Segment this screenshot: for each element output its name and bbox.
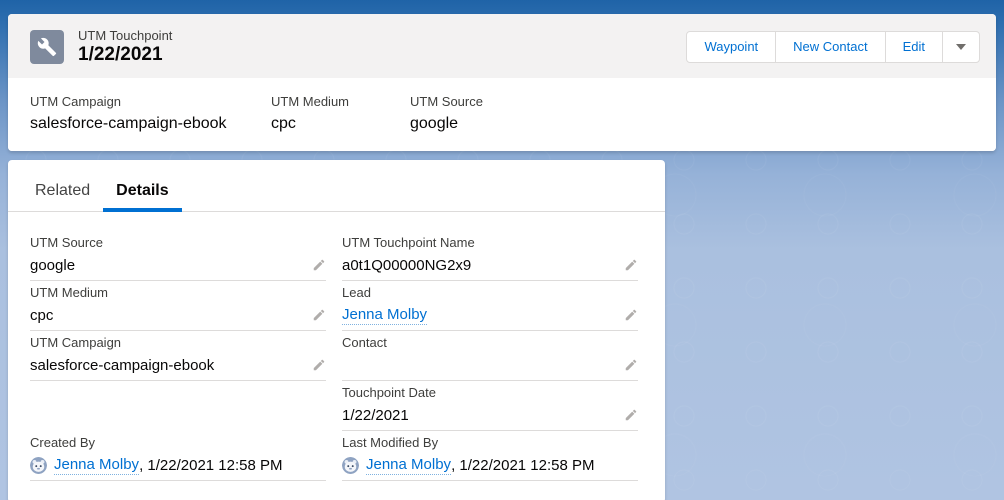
field-utm-touchpoint-name: UTM Touchpoint Name a0t1Q00000NG2x9 <box>342 234 638 281</box>
field-label: Touchpoint Date <box>342 385 436 400</box>
edit-button[interactable]: Edit <box>884 30 943 63</box>
chevron-down-icon <box>956 43 966 50</box>
pencil-icon[interactable] <box>312 308 326 322</box>
field-label: UTM Source <box>410 94 483 109</box>
field-utm-source: UTM Source google <box>30 234 326 281</box>
field-last-modified-by: Last Modified By Jenna Molby , 1/22/2021… <box>342 434 638 481</box>
field-label: Lead <box>342 285 371 300</box>
field-lead: Lead Jenna Molby <box>342 284 638 331</box>
more-actions-button[interactable] <box>942 30 980 63</box>
record-page: { "header": { "object_label": "UTM Touch… <box>0 0 1004 500</box>
waypoint-button[interactable]: Waypoint <box>686 30 777 63</box>
field-label: Contact <box>342 335 387 350</box>
field-touchpoint-date: Touchpoint Date 1/22/2021 <box>342 384 638 431</box>
field-value: google <box>30 256 76 274</box>
pencil-icon[interactable] <box>624 408 638 422</box>
field-value: salesforce-campaign-ebook <box>30 356 215 374</box>
pencil-icon[interactable] <box>624 258 638 272</box>
field-label: UTM Source <box>30 235 103 250</box>
record-tabs: Related Details <box>8 160 665 212</box>
field-label: Created By <box>30 435 96 450</box>
record-title: 1/22/2021 <box>78 44 163 65</box>
field-created-by: Created By Jenna Molby , 1/22/2021 12:58… <box>30 434 326 481</box>
field-label: UTM Medium <box>271 94 350 109</box>
field-label: UTM Medium <box>30 285 109 300</box>
tab-details[interactable]: Details <box>103 178 182 212</box>
field-label: UTM Campaign <box>30 335 122 350</box>
field-label: UTM Touchpoint Name <box>342 235 475 250</box>
created-by-link[interactable]: Jenna Molby <box>54 455 140 475</box>
lead-link[interactable]: Jenna Molby <box>342 305 428 325</box>
pencil-icon[interactable] <box>312 358 326 372</box>
field-value: google <box>410 115 459 132</box>
action-button-group: Waypoint New Contact Edit <box>686 30 980 63</box>
pencil-icon[interactable] <box>624 308 638 322</box>
last-modified-by-link[interactable]: Jenna Molby <box>366 455 452 475</box>
field-label: UTM Campaign <box>30 94 122 109</box>
field-label: Last Modified By <box>342 435 439 450</box>
field-utm-campaign: UTM Campaign salesforce-campaign-ebook <box>30 334 326 381</box>
wrench-icon <box>30 29 64 64</box>
field-value: salesforce-campaign-ebook <box>30 115 227 132</box>
field-value: cpc <box>271 115 296 132</box>
highlights-fields: UTM Campaign salesforce-campaign-ebook U… <box>8 78 996 151</box>
object-label: UTM Touchpoint <box>78 28 173 43</box>
highlight-utm-campaign: UTM Campaign salesforce-campaign-ebook <box>30 93 271 135</box>
highlight-utm-medium: UTM Medium cpc <box>271 93 410 135</box>
avatar[interactable] <box>30 456 47 474</box>
pencil-icon[interactable] <box>624 358 638 372</box>
field-value: a0t1Q00000NG2x9 <box>342 256 472 274</box>
highlights-panel: UTM Touchpoint 1/22/2021 Waypoint New Co… <box>8 14 996 151</box>
tab-related[interactable]: Related <box>22 178 103 212</box>
avatar[interactable] <box>342 456 359 474</box>
field-value: cpc <box>30 306 54 324</box>
record-titles: UTM Touchpoint 1/22/2021 <box>78 28 172 65</box>
details-card: Related Details UTM Source google UTM To… <box>8 160 665 500</box>
pencil-icon[interactable] <box>312 258 326 272</box>
field-utm-medium: UTM Medium cpc <box>30 284 326 331</box>
new-contact-button[interactable]: New Contact <box>775 30 886 63</box>
field-contact: Contact <box>342 334 638 381</box>
field-value: 1/22/2021 <box>342 406 409 424</box>
last-modified-datetime: , 1/22/2021 12:58 PM <box>451 456 595 474</box>
highlight-utm-source: UTM Source google <box>410 93 503 135</box>
created-datetime: , 1/22/2021 12:58 PM <box>139 456 283 474</box>
record-header: UTM Touchpoint 1/22/2021 Waypoint New Co… <box>8 14 996 78</box>
empty-grid-cell <box>30 384 326 431</box>
details-field-grid: UTM Source google UTM Touchpoint Name a0… <box>8 212 665 481</box>
